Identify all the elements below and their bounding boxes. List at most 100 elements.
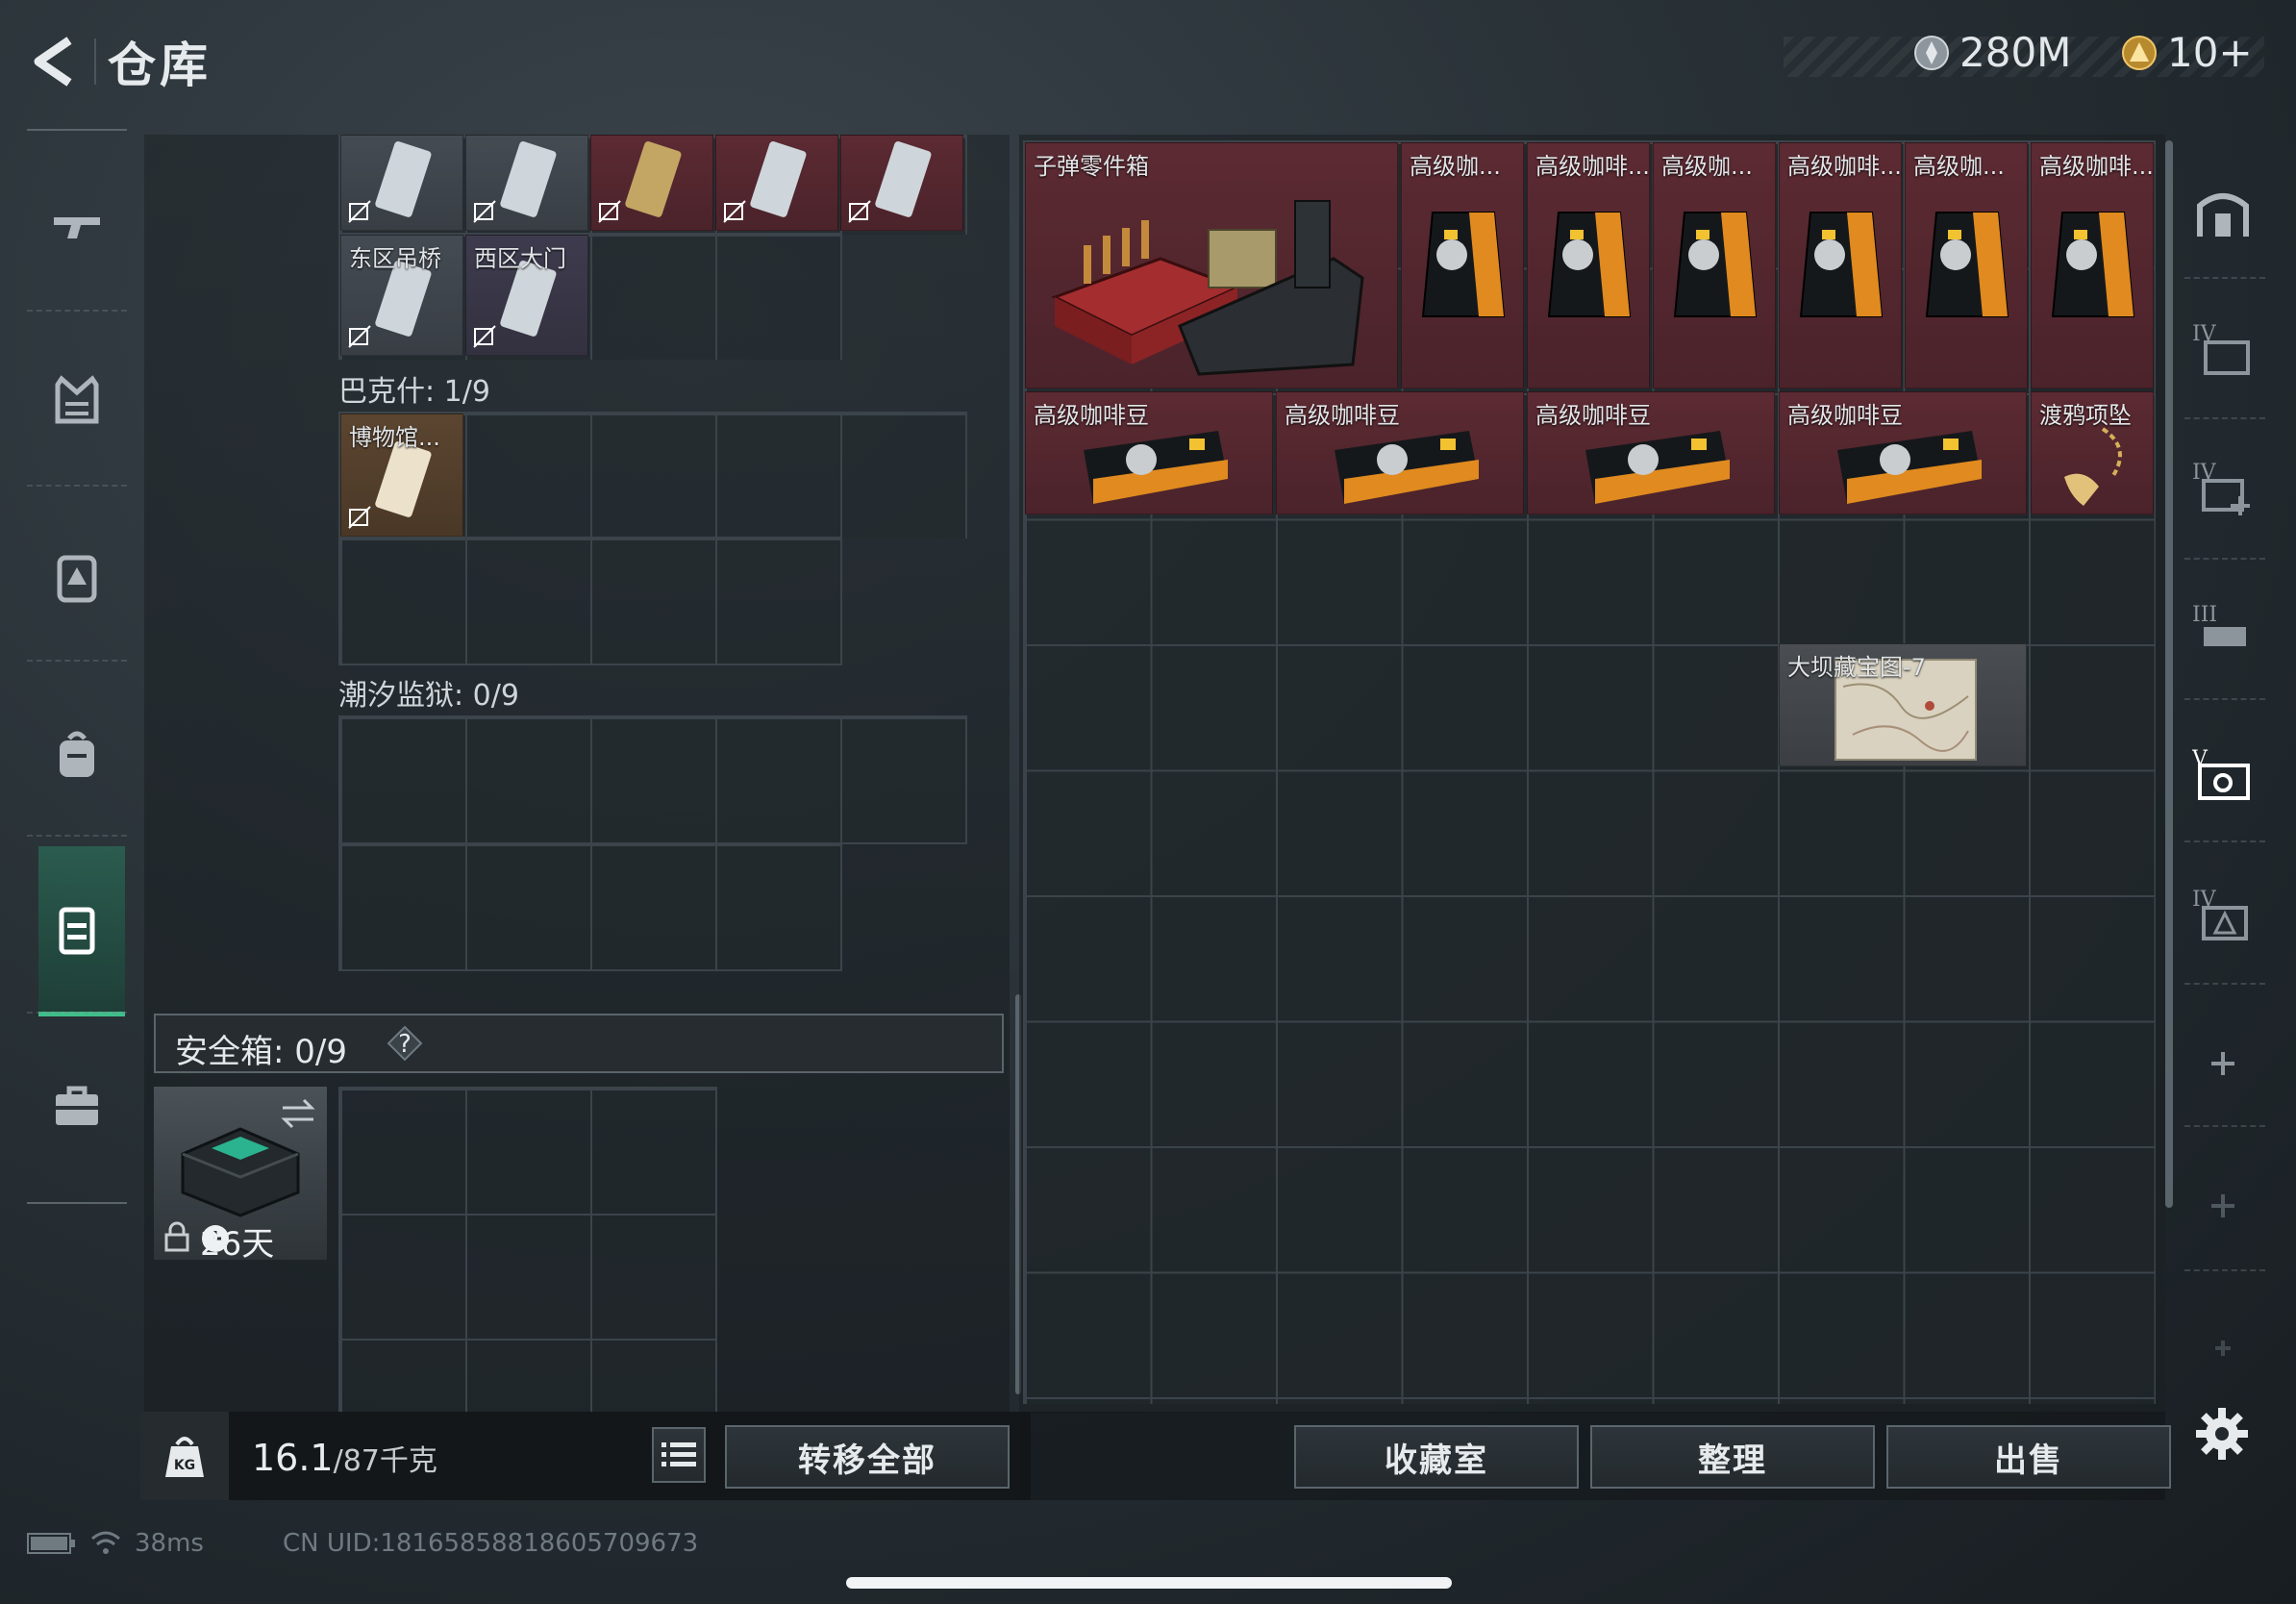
battery-icon <box>27 1533 75 1554</box>
no-loot-icon <box>473 325 496 348</box>
rail-divider <box>2184 558 2265 560</box>
plus-icon[interactable] <box>2192 1033 2254 1094</box>
stash-tab-3-icon[interactable]: III <box>2192 600 2254 662</box>
armor-icon[interactable] <box>48 371 106 429</box>
swap-icon[interactable] <box>279 1096 317 1131</box>
toolbox-icon[interactable] <box>48 1077 106 1135</box>
keycard-icon <box>750 141 807 217</box>
keycard-item[interactable] <box>465 135 588 231</box>
coffee-bag-icon <box>1421 212 1506 317</box>
coffee-bag-icon <box>1673 212 1758 317</box>
sort-button[interactable]: 整理 <box>1590 1425 1875 1489</box>
weight-total: /87千克 <box>333 1444 437 1478</box>
coffee-bean-item[interactable]: 高级咖啡豆 <box>1779 391 2027 514</box>
left-category-rail <box>27 129 127 1204</box>
rail-divider <box>2184 277 2265 279</box>
keycard-item[interactable] <box>715 135 838 231</box>
svg-text:III: III <box>2192 603 2217 627</box>
stash-home-icon[interactable] <box>2192 183 2254 244</box>
gun-icon[interactable] <box>48 196 106 254</box>
backpack-icon[interactable] <box>48 725 106 783</box>
item-label: 博物馆... <box>349 424 440 451</box>
coffee-bag-icon <box>1925 212 2009 317</box>
gear-icon[interactable] <box>2194 1406 2250 1462</box>
item-label: 高级咖啡豆 <box>1034 402 1149 429</box>
coffee-bean-item[interactable]: 高级咖啡豆 <box>1276 391 1524 514</box>
item-label: 高级咖... <box>1913 153 2005 180</box>
no-loot-icon <box>348 506 371 529</box>
currency-silver-value: 280M <box>1959 29 2072 76</box>
ammo-parts-box-item[interactable]: 子弹零件箱 <box>1025 142 1398 388</box>
coffee-bean-item[interactable]: 高级咖啡豆 <box>1025 391 1273 514</box>
rail-divider <box>27 310 127 312</box>
stash-tab-4-icon[interactable]: IV <box>2192 319 2254 381</box>
stash-tab-4b-icon[interactable]: IV <box>2192 885 2254 946</box>
keycard-item[interactable] <box>590 135 713 231</box>
item-label: 高级咖... <box>1410 153 1501 180</box>
rail-top-line <box>27 129 127 131</box>
treasure-map-item[interactable]: 大坝藏宝图-7 <box>1779 643 2027 766</box>
no-loot-icon <box>848 200 871 223</box>
coffee-item[interactable]: 高级咖啡... <box>2031 142 2154 388</box>
no-loot-icon <box>598 200 621 223</box>
home-indicator[interactable] <box>846 1577 1452 1589</box>
safebox-case-icon <box>181 1127 300 1217</box>
gold-coin-icon <box>2122 35 2157 70</box>
raven-necklace-item[interactable]: 渡鸦项坠 <box>2031 391 2154 514</box>
user-uid: CN UID:18165858818605709673 <box>283 1529 699 1558</box>
coffee-bean-item[interactable]: 高级咖啡豆 <box>1527 391 1775 514</box>
stash-tab-4-add-icon[interactable]: IV <box>2192 458 2254 519</box>
case-icon[interactable] <box>48 900 106 958</box>
keycard-item[interactable]: 博物馆... <box>340 414 463 537</box>
coffee-item[interactable]: 高级咖啡... <box>1527 142 1650 388</box>
container-grid-tide <box>338 715 967 844</box>
keycard-item[interactable] <box>840 135 963 231</box>
item-label: 高级咖啡豆 <box>1285 402 1400 429</box>
sell-button[interactable]: 出售 <box>1886 1425 2171 1489</box>
keycard-item[interactable]: 东区吊桥 <box>340 235 463 356</box>
coffee-item[interactable]: 高级咖... <box>1401 142 1524 388</box>
keycard-icon <box>875 141 932 217</box>
item-label: 高级咖啡豆 <box>1787 402 1903 429</box>
transfer-all-button[interactable]: 转移全部 <box>725 1425 1010 1489</box>
currency-gold-value: 10+ <box>2167 29 2253 76</box>
stash-tab-5-icon[interactable]: V <box>2192 744 2254 806</box>
item-label: 大坝藏宝图-7 <box>1787 654 1926 681</box>
rail-divider <box>2184 698 2265 700</box>
keycard-item[interactable] <box>340 135 463 231</box>
section-label-bakesh: 巴克什: 1/9 <box>338 375 490 409</box>
coffee-item[interactable]: 高级咖... <box>1905 142 2028 388</box>
ping-value: 38ms <box>135 1529 204 1558</box>
coffee-item[interactable]: 高级咖啡... <box>1779 142 1902 388</box>
coffee-bag-icon <box>1547 212 1632 317</box>
list-view-button[interactable] <box>652 1427 706 1483</box>
chest-rig-icon[interactable] <box>48 548 106 606</box>
item-label: 东区吊桥 <box>349 245 441 272</box>
keycard-item[interactable]: 西区大门 <box>465 235 588 356</box>
help-icon[interactable]: ? <box>387 1025 423 1062</box>
item-label: 高级咖啡... <box>2039 153 2154 180</box>
safebox-days: 26天 <box>200 1225 275 1264</box>
coffee-bag-icon <box>2051 212 2135 317</box>
collection-room-button[interactable]: 收藏室 <box>1294 1425 1579 1489</box>
keycard-icon <box>375 141 432 217</box>
plus-icon[interactable] <box>2192 1175 2254 1237</box>
rail-bottom-line <box>27 1202 127 1204</box>
currency-gold[interactable]: 10+ <box>2121 29 2253 76</box>
safebox-grid <box>338 1087 717 1414</box>
coffee-bag-icon <box>1799 212 1884 317</box>
svg-text:KG: KG <box>174 1458 195 1473</box>
item-label: 高级咖啡... <box>1535 153 1650 180</box>
back-arrow-icon[interactable] <box>27 35 81 88</box>
rail-divider <box>2184 1125 2265 1127</box>
plus-icon[interactable] <box>2192 1317 2254 1379</box>
lock-icon <box>164 1221 189 1252</box>
page-title: 仓库 <box>108 38 212 93</box>
coffee-item[interactable]: 高级咖... <box>1653 142 1776 388</box>
section-label-tide-prison: 潮汐监狱: 0/9 <box>338 679 519 713</box>
safebox-label: 安全箱: 0/9 <box>175 1033 347 1071</box>
stash-scrollbar[interactable] <box>2165 140 2173 1208</box>
rail-divider <box>27 835 127 837</box>
no-loot-icon <box>723 200 746 223</box>
currency-silver[interactable]: 280M <box>1913 29 2071 76</box>
